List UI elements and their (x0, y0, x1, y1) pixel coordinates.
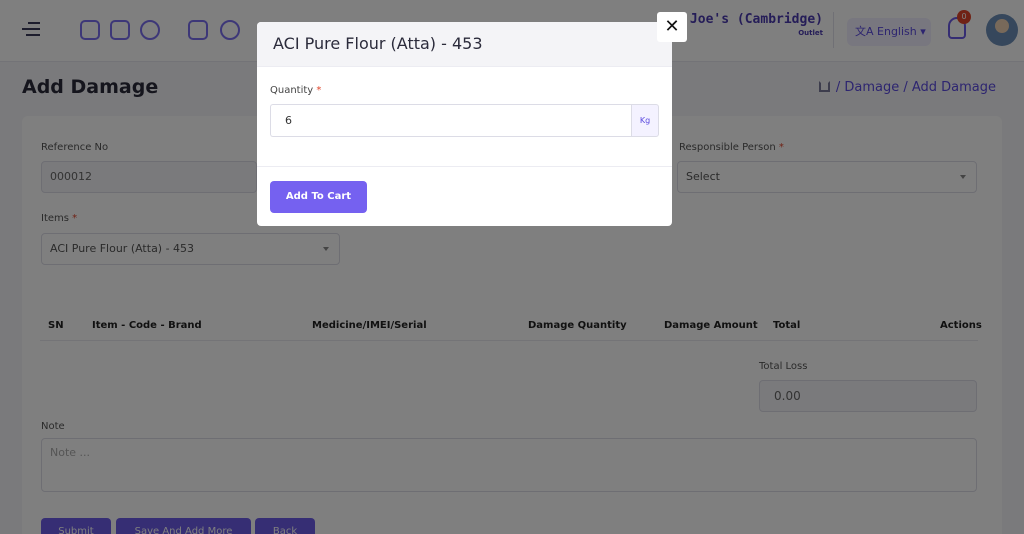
quantity-group: 6 Kg (270, 104, 659, 137)
quantity-input[interactable]: 6 (270, 104, 631, 137)
required-mark: * (316, 85, 322, 96)
close-icon[interactable]: ✕ (657, 12, 687, 42)
add-to-cart-button[interactable]: Add To Cart (270, 181, 367, 213)
modal-body: Quantity * 6 Kg (257, 67, 672, 167)
unit-addon: Kg (631, 104, 659, 137)
quantity-modal: ACI Pure Flour (Atta) - 453 Quantity * 6… (257, 22, 672, 226)
modal-title: ACI Pure Flour (Atta) - 453 (257, 22, 672, 67)
quantity-label-text: Quantity (270, 85, 314, 96)
quantity-label: Quantity * (270, 85, 659, 96)
